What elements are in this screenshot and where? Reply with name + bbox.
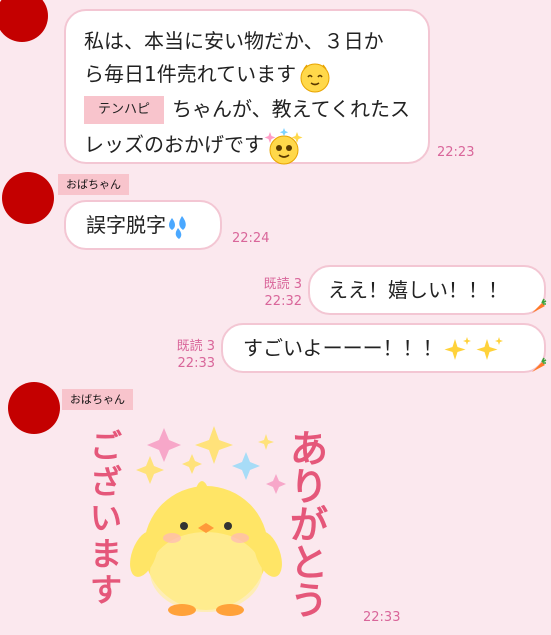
read-count: 既読 3 <box>263 277 302 292</box>
avatar[interactable] <box>0 0 48 42</box>
sticker-text-right: ありがとう <box>290 427 329 623</box>
timestamp: 22:32 <box>264 294 302 309</box>
message-bubble: 私は、本当に安い物だか、３日か ら毎日1件売れています テンハピ ちゃんが、教えて… <box>64 9 430 164</box>
message-text: 私は、本当に安い物だか、３日か <box>84 29 384 53</box>
message-bubble: すごいよーーー！！！ <box>221 323 546 373</box>
timestamp: 22:33 <box>177 356 215 371</box>
smile-emoji-icon <box>300 63 330 92</box>
message-text: ら毎日1件売れています <box>84 62 297 86</box>
name-tag: テンハピ <box>84 96 165 124</box>
message-text: ちゃんが、教えてくれたス <box>172 96 411 121</box>
avatar[interactable] <box>2 172 54 224</box>
message-text: 誤字脱字 <box>86 213 166 237</box>
sweat-drops-icon <box>169 215 186 239</box>
message-bubble: 誤字脱字 <box>64 200 222 250</box>
timestamp: 22:33 <box>363 610 401 625</box>
sparkle-face-emoji-icon <box>264 127 303 164</box>
read-count: 既読 3 <box>176 339 215 354</box>
message-bubble: ええ！嬉しい！！！ <box>308 265 546 315</box>
avatar[interactable] <box>8 382 60 434</box>
read-receipt: 既読 3 22:32 <box>250 276 302 310</box>
sticker-text-left: ございます <box>90 427 123 609</box>
timestamp: 22:23 <box>437 145 475 160</box>
carrot-icon <box>532 357 547 372</box>
read-receipt: 既読 3 22:33 <box>163 338 215 372</box>
sparkles-icon <box>444 336 503 360</box>
sender-name: おばちゃん <box>58 174 129 195</box>
message-text: ええ！嬉しい！！！ <box>328 278 508 302</box>
message-text: すごいよーーー！！！ <box>243 336 443 360</box>
carrot-icon <box>532 298 547 313</box>
message-text: レッズのおかげです <box>84 132 264 156</box>
timestamp: 22:24 <box>232 231 270 246</box>
sender-name: おばちゃん <box>62 389 133 410</box>
